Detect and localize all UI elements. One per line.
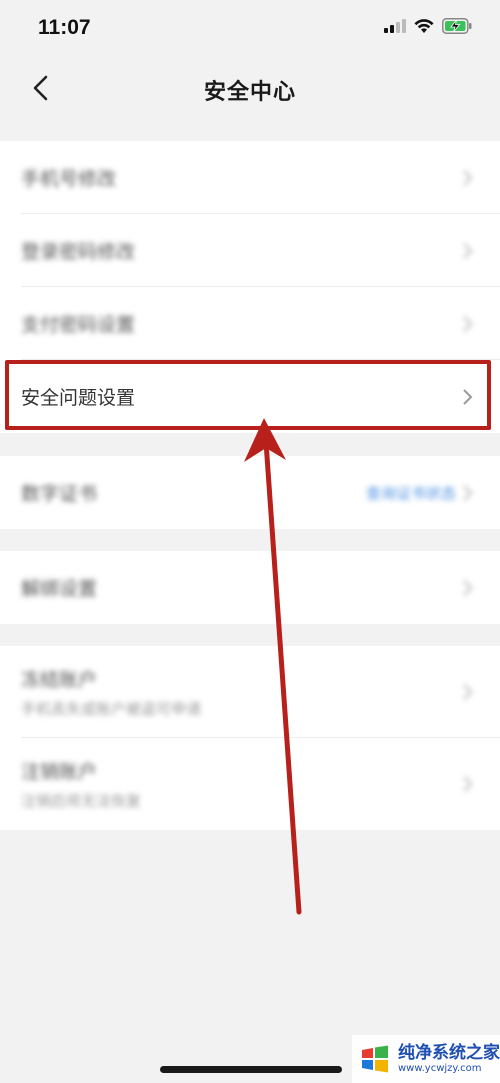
chevron-right-icon — [463, 776, 473, 792]
status-bar: 11:07 — [0, 0, 500, 58]
battery-charging-icon — [442, 18, 472, 34]
chevron-right-icon — [463, 388, 473, 405]
chevron-right-icon — [463, 579, 473, 596]
page-title: 安全中心 — [203, 80, 296, 105]
chevron-right-icon — [463, 315, 473, 332]
watermark: 纯净系统之家 www.ycwjzy.com — [352, 1035, 500, 1083]
status-icons — [384, 18, 472, 34]
unbind-group: 解绑设置 — [0, 551, 500, 624]
list-item-payment-password[interactable]: 支付密码设置 — [0, 287, 500, 360]
nav-bar: 安全中心 — [0, 58, 500, 122]
certificate-status-link[interactable]: 查询证书状态 — [366, 482, 456, 503]
list-item-security-question[interactable]: 安全问题设置 — [0, 360, 500, 433]
chevron-right-icon — [463, 484, 473, 501]
windows-logo-icon — [362, 1045, 388, 1073]
list-item-phone-change[interactable]: 手机号修改 — [0, 141, 500, 214]
home-indicator — [160, 1066, 342, 1073]
list-item-label: 解绑设置 — [21, 578, 98, 600]
list-item-label: 登录密码修改 — [21, 241, 136, 263]
list-item-freeze-account[interactable]: 冻结账户 手机丢失或账户被盗可申请 — [0, 646, 500, 738]
status-time: 11:07 — [38, 16, 91, 39]
list-item-digital-certificate[interactable]: 数字证书 查询证书状态 — [0, 456, 500, 529]
certificate-group: 数字证书 查询证书状态 — [0, 456, 500, 529]
list-item-subtitle: 手机丢失或账户被盗可申请 — [21, 700, 202, 718]
list-item-label: 冻结账户 — [21, 669, 98, 691]
cellular-signal-icon — [384, 19, 406, 33]
list-item-login-password[interactable]: 登录密码修改 — [0, 214, 500, 287]
list-item-label: 数字证书 — [21, 483, 98, 505]
list-item-unbind-settings[interactable]: 解绑设置 — [0, 551, 500, 624]
list-item-label: 安全问题设置 — [21, 387, 136, 409]
chevron-right-icon — [463, 242, 473, 259]
account-management-group: 冻结账户 手机丢失或账户被盗可申请 注销账户 注销后将无法恢复 — [0, 646, 500, 830]
wifi-icon — [414, 18, 434, 33]
watermark-url: www.ycwjzy.com — [398, 1063, 482, 1074]
list-item-label: 注销账户 — [21, 761, 98, 783]
list-item-cancel-account[interactable]: 注销账户 注销后将无法恢复 — [0, 738, 500, 830]
chevron-right-icon — [463, 169, 473, 186]
chevron-right-icon — [463, 684, 473, 700]
list-item-subtitle: 注销后将无法恢复 — [21, 792, 142, 810]
watermark-name: 纯净系统之家 — [398, 1043, 500, 1063]
account-security-group: 手机号修改 登录密码修改 支付密码设置 安全问题设置 — [0, 141, 500, 433]
list-item-label: 手机号修改 — [21, 168, 117, 190]
list-item-label: 支付密码设置 — [21, 314, 136, 336]
